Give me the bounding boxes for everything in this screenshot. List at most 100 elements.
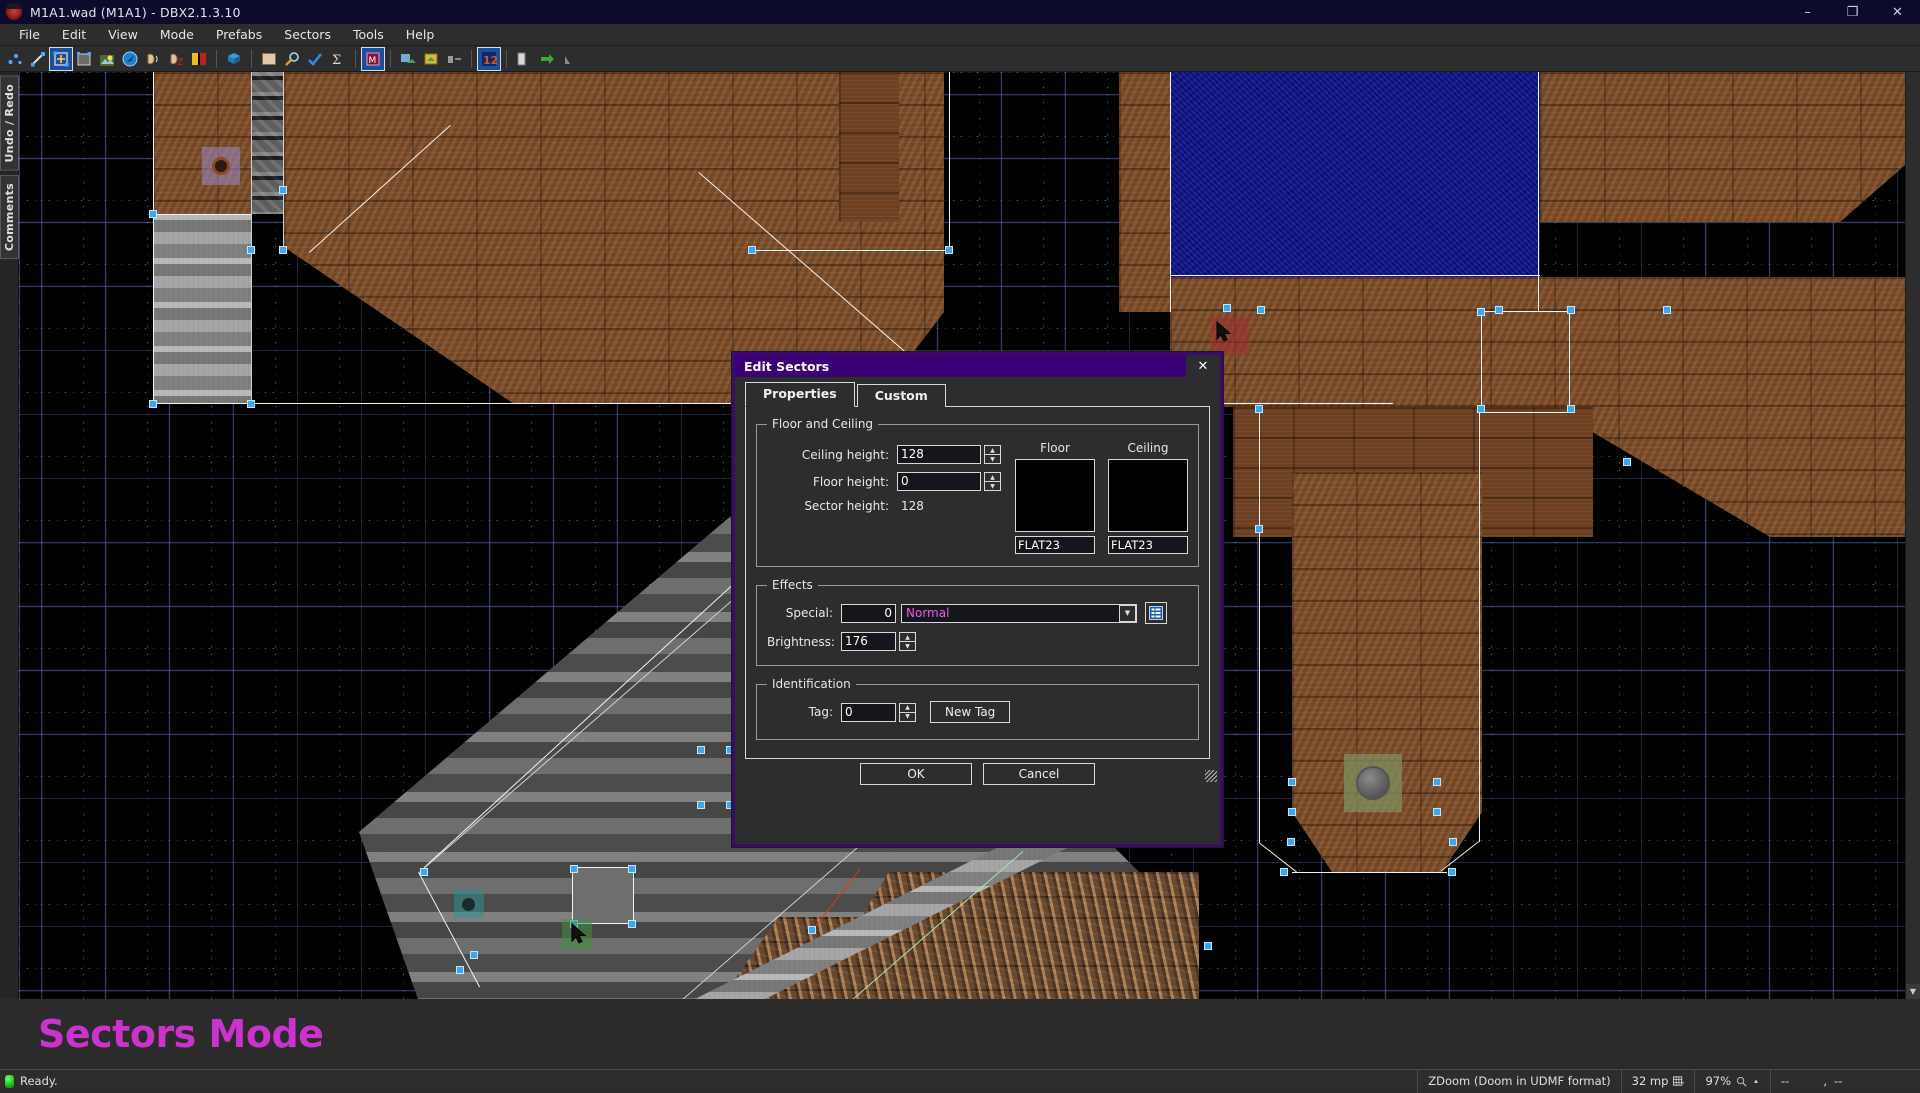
chevron-down-icon[interactable]: ▼ [1906,984,1920,999]
new-tag-button[interactable]: New Tag [930,701,1011,723]
linedef[interactable] [1481,412,1571,413]
vertex[interactable] [1223,304,1231,312]
sector-metal-lift[interactable] [153,214,252,404]
vertex[interactable] [1288,808,1296,816]
vertex[interactable] [420,868,428,876]
linedef[interactable] [633,867,634,924]
map-analysis-icon[interactable] [304,48,326,70]
vertex[interactable] [748,246,756,254]
sector-wood-top-left[interactable] [153,72,252,214]
menu-item-tools[interactable]: Tools [342,24,395,45]
sector-wood-right-of-water[interactable] [1540,72,1905,222]
dock-tab-comments[interactable]: Comments [0,174,19,259]
caret-up-icon[interactable] [1752,1076,1760,1087]
minimize-button[interactable]: – [1785,0,1830,24]
close-icon[interactable]: ✕ [1186,355,1220,377]
vertex[interactable] [945,246,953,254]
menu-item-prefabs[interactable]: Prefabs [205,24,273,45]
menu-item-view[interactable]: View [97,24,149,45]
vertex[interactable] [1433,808,1441,816]
maximize-button[interactable]: ❐ [1830,0,1875,24]
canvas-vertical-scrollbar[interactable]: ▼ [1905,72,1920,999]
special-input[interactable]: 0 [841,603,896,623]
linedef[interactable] [1538,72,1539,312]
vertex[interactable] [1448,868,1456,876]
brightness-mode-icon[interactable] [188,48,210,70]
3d-floor-mode-icon[interactable] [223,48,245,70]
menu-item-mode[interactable]: Mode [149,24,205,45]
menu-item-edit[interactable]: Edit [51,24,97,45]
vertex[interactable] [1477,308,1485,316]
linedef[interactable] [572,867,634,868]
things-mode-icon[interactable] [73,48,95,70]
linedef[interactable] [1170,275,1540,276]
status-zoom-cell[interactable]: 97% [1694,1069,1770,1093]
vertex[interactable] [570,865,578,873]
chevron-down-icon[interactable]: ▼ [899,641,916,651]
vertex[interactable] [808,926,816,934]
floor-height-input[interactable]: 0 [897,472,981,491]
linedef[interactable] [572,867,573,924]
tab-properties[interactable]: Properties [745,382,855,407]
edit-selection-mode-icon[interactable] [96,48,118,70]
tag-input[interactable]: 0 [841,702,896,722]
vertex[interactable] [1287,838,1295,846]
vertex[interactable] [697,746,705,754]
sound-propagation-icon[interactable]: Z [165,48,187,70]
map-canvas[interactable]: Edit Sectors ✕ Properties Custom Floor a… [19,72,1905,999]
floor-flat-picker[interactable]: Floor FLAT23 [1015,441,1095,554]
vertex[interactable] [247,246,255,254]
vertex[interactable] [470,951,478,959]
test-map-icon[interactable] [513,48,535,70]
sector-wood-left-of-water[interactable] [1119,72,1170,312]
linedef[interactable] [1481,311,1482,413]
vertex[interactable] [1288,778,1296,786]
vertex[interactable] [247,400,255,408]
vertex[interactable] [1495,306,1503,314]
special-dropdown[interactable]: Normal ▼ [901,603,1137,623]
vertex[interactable] [1257,306,1265,314]
sector-wood-corridor-vertical[interactable] [839,72,899,222]
linedef[interactable] [949,72,950,252]
ceiling-flat-name-input[interactable]: FLAT23 [1108,536,1188,554]
visual-mode-icon[interactable] [119,48,141,70]
menu-item-help[interactable]: Help [395,24,446,45]
brightness-stepper[interactable]: ▲ ▼ [899,632,916,651]
tab-custom[interactable]: Custom [856,384,946,407]
linedef[interactable] [153,214,252,215]
vertex[interactable] [628,865,636,873]
linedef[interactable] [1479,412,1480,842]
close-button[interactable]: ✕ [1875,0,1920,24]
linedef[interactable] [1259,412,1260,842]
thing-purple-dot[interactable] [215,160,227,172]
vertex[interactable] [1280,868,1288,876]
linedef[interactable] [1170,72,1171,312]
thing-decor-circle[interactable] [1356,766,1390,800]
brightness-input[interactable]: 176 [841,632,896,651]
vertex[interactable] [1433,778,1441,786]
vertex[interactable] [1567,405,1575,413]
thing-teal-dot[interactable] [462,898,475,911]
texture-browser-icon[interactable] [258,48,280,70]
export-icon[interactable] [420,48,442,70]
ceiling-height-input[interactable]: 128 [897,445,981,464]
stop-icon[interactable] [559,48,581,70]
linedef[interactable] [749,250,949,251]
vertex[interactable] [1663,306,1671,314]
snap-to-grid-icon[interactable] [443,48,465,70]
vertices-mode-icon[interactable] [4,48,26,70]
import-icon[interactable] [397,48,419,70]
vertex[interactable] [279,246,287,254]
vertex[interactable] [1255,405,1263,413]
menu-item-file[interactable]: File [8,24,51,45]
vertex[interactable] [628,920,636,928]
floor-flat-preview[interactable] [1015,459,1095,532]
vertex[interactable] [1449,838,1457,846]
chevron-down-icon[interactable]: ▼ [984,481,1001,491]
linedef[interactable] [153,72,154,404]
dock-tab-undo-redo[interactable]: Undo / Redo [0,76,19,171]
chevron-down-icon[interactable]: ▼ [984,454,1001,464]
statistics-icon[interactable]: Σ [327,48,349,70]
chevron-down-icon[interactable]: ▼ [899,711,916,722]
linedefs-mode-icon[interactable] [27,48,49,70]
